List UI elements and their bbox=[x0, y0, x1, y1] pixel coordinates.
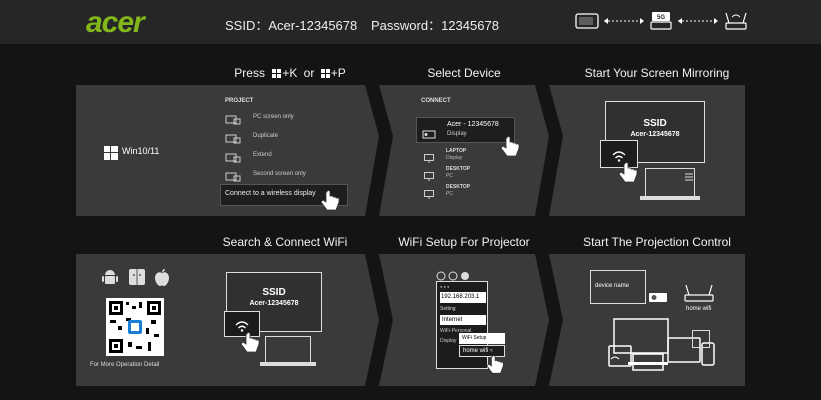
device-name-label: device name bbox=[595, 283, 630, 289]
router-icon bbox=[684, 283, 714, 308]
home-wifi-label: home wifi bbox=[463, 348, 489, 354]
hand-pointer-icon bbox=[320, 190, 342, 217]
wifi-icon: ≈ bbox=[490, 348, 493, 354]
laptop-base bbox=[640, 196, 700, 200]
setting-label: Setting bbox=[440, 306, 456, 312]
laptop-vents-icon bbox=[683, 168, 695, 190]
more-details-label: For More Operation Detail bbox=[90, 362, 160, 368]
hand-pointer-icon bbox=[486, 355, 506, 380]
home-wifi-label: home wifi bbox=[686, 306, 712, 312]
menu-display[interactable]: Display bbox=[440, 338, 456, 344]
laptop-base bbox=[260, 362, 316, 366]
device-item-name[interactable]: LAPTOP bbox=[446, 148, 466, 154]
selected-device-type: Display bbox=[447, 131, 467, 137]
device-item-type: Display bbox=[446, 155, 463, 161]
option-second-screen-only[interactable]: Second screen only bbox=[253, 171, 306, 177]
hand-pointer-icon bbox=[500, 136, 522, 163]
finder-icon bbox=[128, 268, 146, 291]
menu-internet[interactable]: Internet bbox=[440, 315, 486, 325]
connected-devices-icon bbox=[608, 318, 718, 379]
qr-code-image[interactable] bbox=[106, 298, 164, 356]
android-icon bbox=[102, 268, 118, 291]
project-option-icon bbox=[225, 150, 241, 168]
wifi-screen-ssid: SSID bbox=[262, 287, 286, 298]
laptop-icon bbox=[265, 336, 311, 364]
projection-screen: device name bbox=[590, 270, 646, 304]
wifi-screen-name: Acer-12345678 bbox=[249, 300, 299, 307]
screen-ssid: SSID bbox=[643, 118, 667, 129]
monitor-icon bbox=[424, 150, 434, 168]
monitor-icon bbox=[424, 168, 434, 186]
os-label: Win10/11 bbox=[122, 146, 160, 156]
device-item-name[interactable]: DESKTOP bbox=[446, 184, 470, 190]
projector-icon bbox=[648, 291, 668, 309]
windows-logo-icon bbox=[104, 146, 118, 160]
apple-icon bbox=[154, 268, 170, 291]
project-header: PROJECT bbox=[225, 98, 254, 104]
device-item-type: PC bbox=[446, 191, 453, 197]
option-pc-screen-only[interactable]: PC screen only bbox=[253, 114, 294, 120]
hand-pointer-icon bbox=[618, 162, 640, 189]
option-duplicate[interactable]: Duplicate bbox=[253, 133, 278, 139]
hand-pointer-icon bbox=[240, 332, 262, 359]
screen-name: Acer-12345678 bbox=[630, 131, 680, 138]
pc-icon bbox=[692, 330, 710, 348]
project-option-icon bbox=[225, 131, 241, 149]
selected-device-name: Acer - 12345678 bbox=[447, 121, 499, 128]
projector-icon bbox=[422, 126, 436, 144]
ip-address-input[interactable]: 192.168.203.1 bbox=[440, 292, 486, 303]
connect-header: CONNECT bbox=[421, 98, 451, 104]
option-extend[interactable]: Extend bbox=[253, 152, 272, 158]
wifi-setup-button[interactable]: WiFi Setup bbox=[459, 333, 505, 344]
project-option-icon bbox=[225, 112, 241, 130]
device-item-type: PC bbox=[446, 173, 453, 179]
window-dots-icon: ● ● ● bbox=[440, 284, 450, 289]
monitor-icon bbox=[424, 186, 434, 204]
device-item-name[interactable]: DESKTOP bbox=[446, 166, 470, 172]
